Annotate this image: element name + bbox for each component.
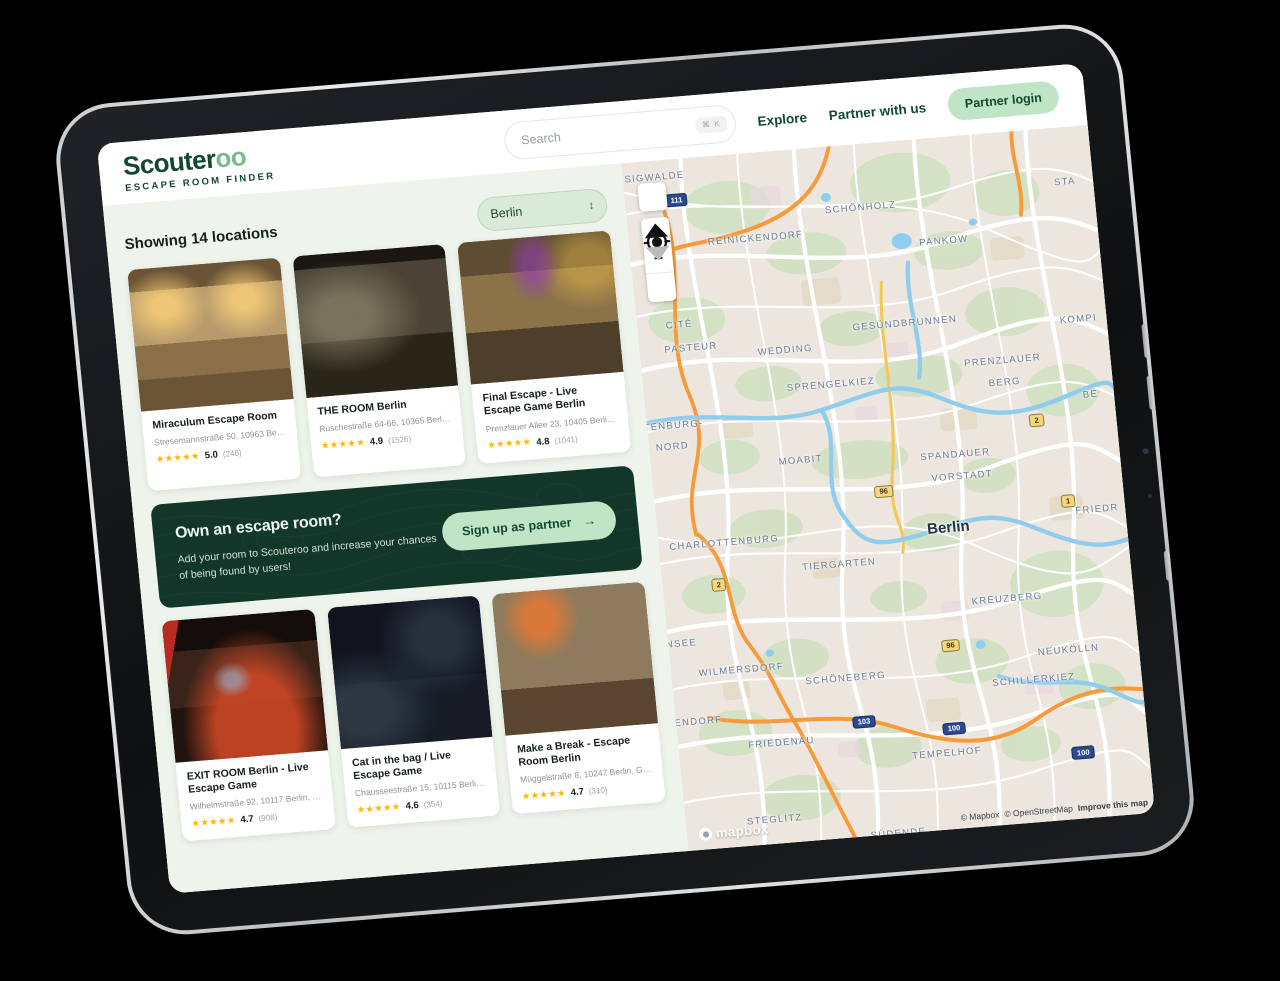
map-road-shield: 2 (711, 578, 727, 592)
map-road-shield: 2 (1028, 413, 1045, 428)
arrow-right-icon: → (582, 513, 597, 529)
mapbox-dot-icon (698, 827, 713, 842)
map-area-label: CITÉ (665, 318, 694, 332)
map-road-shield: 96 (940, 638, 961, 653)
compass-icon[interactable] (644, 223, 677, 302)
screenshot-stage: Scouteroo ESCAPE ROOM FINDER ⌘ K Explore… (0, 0, 1280, 981)
listing-card-image (326, 594, 493, 749)
listing-card-rating: ★★★★★ 4.8 (1041) (487, 430, 620, 452)
search-input[interactable] (520, 119, 697, 148)
listing-card-body: Cat in the bag / Live Escape Game Chausse… (341, 736, 501, 828)
listing-card-image (457, 230, 624, 385)
listing-card-rating: ★★★★★ 5.0 (248) (155, 444, 288, 466)
listing-card-body: THE ROOM Berlin Ruschestraße 64-66, 10365… (306, 385, 465, 463)
listing-card-title: Final Escape - Live Escape Game Berlin (482, 384, 586, 418)
listing-card-body: Final Escape - Live Escape Game Berlin Pr… (471, 372, 631, 464)
listing-row-1: Miraculum Escape Room Stresemannstraße 50… (127, 230, 632, 491)
app-root: Scouteroo ESCAPE ROOM FINDER ⌘ K Explore… (96, 63, 1156, 894)
listing-card-review-count: (310) (588, 785, 608, 796)
listing-card[interactable]: Final Escape - Live Escape Game Berlin Pr… (457, 230, 632, 464)
listings-panel: Showing 14 locations Berlin ↕ Miraculum … (102, 163, 689, 894)
tablet-screen: Scouteroo ESCAPE ROOM FINDER ⌘ K Explore… (96, 63, 1156, 894)
brand-name-part1: Scouter (121, 143, 217, 181)
chevron-updown-icon: ↕ (588, 199, 595, 212)
listing-card-rating-value: 5.0 (204, 449, 219, 462)
map-road-shield: 1 (1060, 494, 1076, 508)
listing-card-rating: ★★★★★ 4.7 (310) (521, 781, 654, 803)
star-rating-icon: ★★★★★ (356, 801, 402, 816)
listing-card-rating: ★★★★★ 4.6 (354) (356, 794, 489, 816)
listing-card[interactable]: EXIT ROOM Berlin - Live Escape Game Wilhe… (161, 608, 336, 842)
listing-card-review-count: (1041) (554, 434, 579, 446)
listing-card-rating-value: 4.7 (239, 813, 255, 826)
map-road-shield: 111 (665, 193, 688, 208)
listing-card-body: Make a Break - Escape Room Berlin Müggels… (506, 723, 666, 815)
listing-card-review-count: (908) (258, 812, 278, 824)
listing-card[interactable]: Make a Break - Escape Room Berlin Müggels… (491, 581, 666, 815)
map-area-label: STA (1053, 175, 1077, 189)
star-rating-icon: ★★★★★ (155, 450, 201, 466)
listing-card-title: Cat in the bag / Live Escape Game (351, 748, 452, 783)
device-sensor (1147, 493, 1153, 499)
map-city-label: Berlin (926, 517, 971, 539)
listing-row-2: EXIT ROOM Berlin - Live Escape Game Wilhe… (161, 581, 666, 842)
device-camera (1142, 448, 1150, 455)
listing-card-rating: ★★★★★ 4.7 (908) (191, 808, 324, 830)
star-rating-icon: ★★★★★ (521, 787, 567, 803)
map-panel[interactable]: ORSIGWALDE REINICKENDORF SCHÖNHOLZ PANKOW ST… (621, 124, 1156, 851)
listing-card-image (491, 581, 658, 736)
city-select[interactable]: Berlin ↕ (475, 187, 609, 233)
map-area-label: BЕ (1082, 388, 1099, 402)
listing-card-rating-value: 4.8 (535, 435, 551, 448)
listing-card-image (292, 244, 459, 398)
listing-card-image (161, 608, 328, 763)
listing-card-rating-value: 4.7 (570, 786, 585, 799)
star-rating-icon: ★★★★★ (486, 436, 532, 452)
search-box[interactable]: ⌘ K (502, 103, 738, 161)
listing-card-rating-value: 4.6 (405, 799, 420, 813)
listing-card[interactable]: Miraculum Escape Room Stresemannstraße 50… (127, 257, 301, 491)
search-shortcut-badge: ⌘ K (695, 115, 728, 134)
map-road-shield: 103 (852, 715, 876, 730)
listing-card[interactable]: Cat in the bag / Live Escape Game Chausse… (326, 594, 501, 828)
listing-card-rating-value: 4.9 (369, 435, 384, 448)
listing-card[interactable]: THE ROOM Berlin Ruschestraße 64-66, 10365… (292, 244, 467, 477)
nav-link-explore[interactable]: Explore (757, 109, 808, 128)
star-rating-icon: ★★★★★ (320, 437, 366, 452)
listing-card-review-count: (1526) (387, 434, 412, 446)
listing-card-body: Miraculum Escape Room Stresemannstraße 50… (141, 399, 300, 477)
results-count-label: Showing 14 locations (123, 223, 279, 253)
listing-card-body: EXIT ROOM Berlin - Live Escape Game Wilhe… (175, 750, 335, 842)
city-select-value: Berlin (489, 204, 524, 222)
listing-card-rating: ★★★★★ 4.9 (1526) (320, 430, 453, 452)
listing-card-title: EXIT ROOM Berlin - Live Escape Game (186, 760, 310, 796)
brand-name-part2: oo (213, 140, 248, 173)
listing-card-review-count: (354) (423, 799, 443, 810)
listing-card-image (127, 257, 294, 412)
map-road-shield: 96 (873, 484, 894, 499)
sign-up-as-partner-label: Sign up as partner (461, 515, 573, 538)
partner-login-button[interactable]: Partner login (946, 80, 1061, 122)
tablet-device: Scouteroo ESCAPE ROOM FINDER ⌘ K Explore… (50, 20, 1200, 939)
listing-card-title: Make a Break - Escape Room Berlin (516, 733, 631, 769)
listing-card-review-count: (248) (222, 448, 243, 459)
star-rating-icon: ★★★★★ (191, 814, 237, 830)
map-road-shield: 100 (1071, 745, 1096, 760)
nav-link-partner-with-us[interactable]: Partner with us (828, 100, 927, 123)
main-content: Showing 14 locations Berlin ↕ Miraculum … (102, 124, 1156, 894)
map-road-shield: 100 (942, 721, 966, 736)
